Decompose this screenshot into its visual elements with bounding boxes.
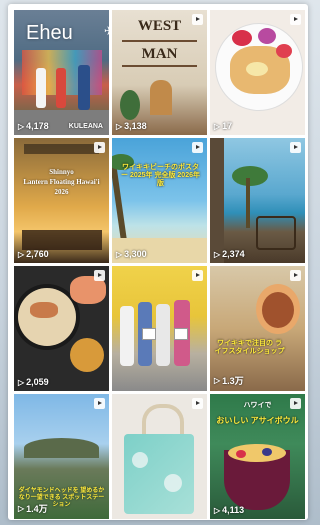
reel-tile-8[interactable] [112,266,207,391]
pin-icon: ✈ [104,24,109,38]
reel-icon [192,398,203,409]
play-count-icon: ▷ [18,377,25,387]
reel-tile-4[interactable]: Shinnyo Lantern Floating Hawai'i 2026 ▷ … [14,138,109,263]
reel-tile-12[interactable]: ハワイで おいしい アサイボウル ▷ 4,113 [210,394,305,519]
view-count: ▷ 3,138 [116,121,147,131]
reel-icon [290,398,301,409]
reel-tile-11[interactable] [112,394,207,519]
reel-tile-6[interactable]: ▷ 2,374 [210,138,305,263]
brand-logo: Eheu [26,22,73,44]
reel-icon [192,270,203,281]
reel-icon [290,270,301,281]
play-count-icon: ▷ [18,249,25,259]
reel-icon [290,142,301,153]
tile-caption: ワイキキで注目の ライフスタイルショップ [214,340,285,356]
tile-tag: KULEANA [68,122,103,130]
play-count-icon: ▷ [214,376,221,385]
view-count: ▷ 4,178 [18,121,49,131]
event-title-line1: Shinnyo [49,168,74,176]
view-count: ▷ 2,760 [18,249,49,259]
play-count-icon: ▷ [116,121,123,131]
play-count-icon: ▷ [18,504,25,513]
reel-tile-5[interactable]: ワイキキビーチのポスター 2025年 完全版 2026年版 ▷ 3,300 [112,138,207,263]
view-count: ▷ 2,059 [18,377,49,387]
play-count-icon: ▷ [116,249,123,259]
reel-icon [94,270,105,281]
reel-icon [290,14,301,25]
sign-line2: MAN [141,46,178,62]
view-count: ▷ 1.4万 [18,504,48,514]
event-title-line3: 2026 [54,188,69,196]
view-count: ▷ 1.3万 [214,376,244,386]
reel-tile-3[interactable]: ▷ 17 [210,10,305,135]
reel-tile-7[interactable]: ▷ 2,059 [14,266,109,391]
reel-icon [192,14,203,25]
tile-caption: おいしい アサイボウル [216,416,299,425]
view-count: ▷ 3,300 [116,249,147,259]
view-count: ▷ 17 [214,121,233,131]
view-count: ▷ 4,113 [214,505,245,515]
event-title-line2: Lantern Floating Hawai'i [23,178,100,186]
reel-tile-9[interactable]: ワイキキで注目の ライフスタイルショップ ▷ 1.3万 [210,266,305,391]
tile-caption: ワイキキビーチのポスター 2025年 完全版 2026年版 [121,164,200,188]
reel-icon [94,398,105,409]
reel-icon [192,142,203,153]
reel-grid: Eheu ✈ ▷ 4,178 KULEANA WEST MAN ▷ 3,138 [14,10,305,524]
play-count-icon: ▷ [214,249,221,259]
reel-icon [94,142,105,153]
play-count-icon: ▷ [214,505,221,515]
play-count-icon: ▷ [214,121,221,131]
reel-grid-frame: Eheu ✈ ▷ 4,178 KULEANA WEST MAN ▷ 3,138 [8,4,308,520]
reel-tile-10[interactable]: ダイヤモンドヘッドを 望めるかなり一望できる スポットステーション ▷ 1.4万 [14,394,109,519]
reel-tile-1[interactable]: Eheu ✈ ▷ 4,178 KULEANA [14,10,109,135]
play-count-icon: ▷ [18,121,25,131]
reel-tile-2[interactable]: WEST MAN ▷ 3,138 [112,10,207,135]
view-count: ▷ 2,374 [214,249,245,259]
